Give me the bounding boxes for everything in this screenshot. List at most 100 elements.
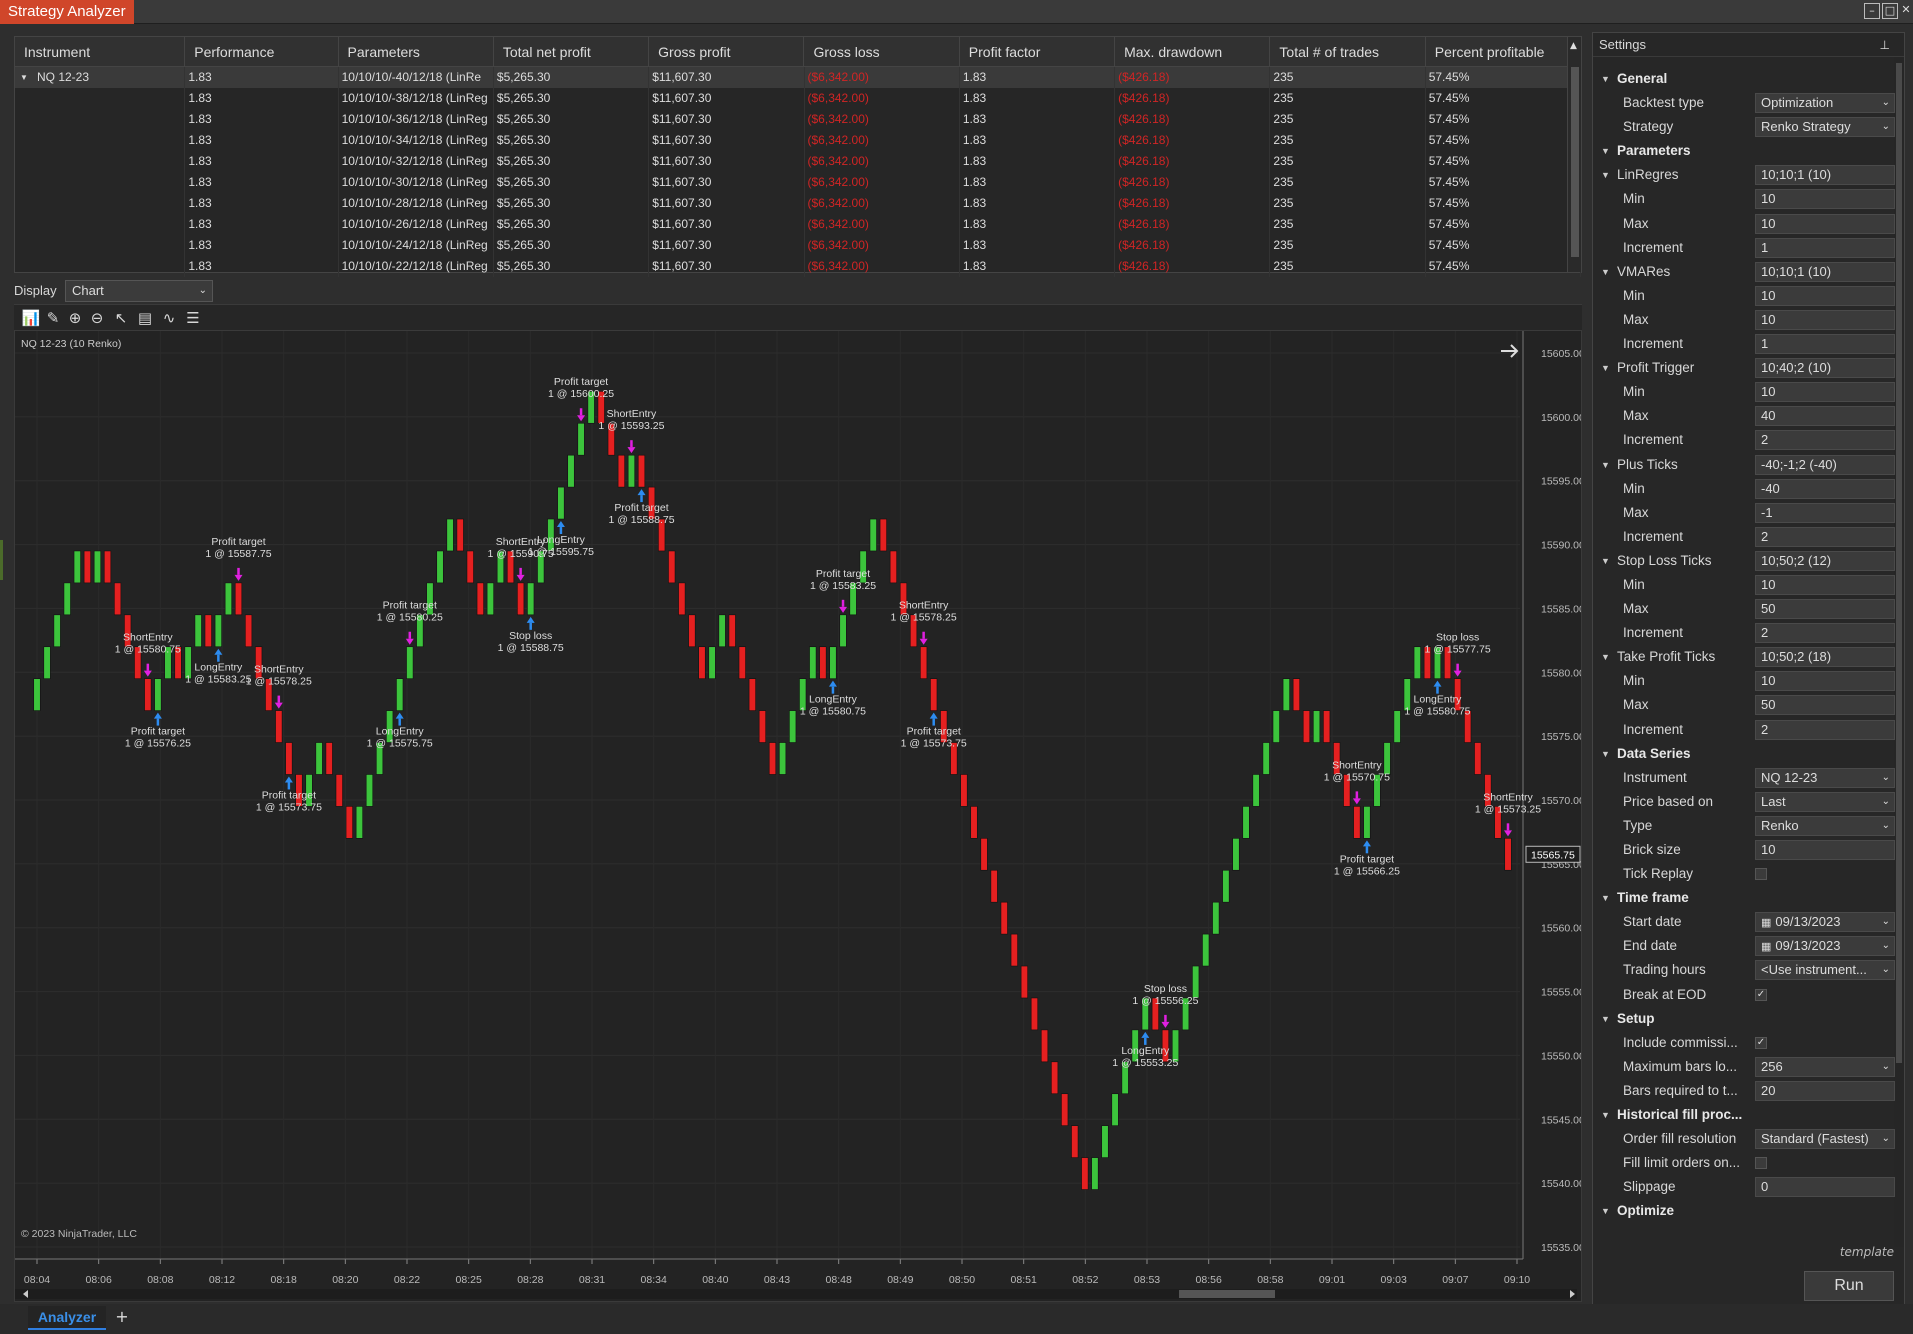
renko-brick-up[interactable] xyxy=(194,614,202,648)
column-header[interactable]: Gross loss xyxy=(804,37,960,66)
renko-brick-up[interactable] xyxy=(718,614,726,648)
renko-brick-up[interactable] xyxy=(486,582,494,616)
setting-select[interactable]: Standard (Fastest) ⌄ xyxy=(1755,1129,1895,1150)
renko-brick-up[interactable] xyxy=(1262,742,1270,775)
renko-brick-down[interactable] xyxy=(728,614,736,648)
setting-input[interactable]: 2 xyxy=(1755,430,1895,451)
setting-input[interactable]: 20 xyxy=(1755,1080,1895,1101)
renko-brick-down[interactable] xyxy=(83,550,91,584)
maximize-icon[interactable]: □ xyxy=(1882,3,1898,19)
add-tab-button[interactable]: + xyxy=(112,1306,132,1328)
renko-brick-down[interactable] xyxy=(960,774,968,807)
column-header[interactable]: Total net profit xyxy=(494,37,650,66)
renko-brick-down[interactable] xyxy=(738,646,746,679)
properties-icon[interactable]: ▤ xyxy=(134,308,156,328)
renko-brick-up[interactable] xyxy=(1383,742,1391,775)
renko-brick-down[interactable] xyxy=(325,742,333,775)
setting-select[interactable]: Optimization ⌄ xyxy=(1755,93,1895,114)
renko-brick-up[interactable] xyxy=(1393,710,1401,743)
setting-input[interactable]: 10 xyxy=(1755,189,1895,210)
setting-input[interactable]: 10;40;2 (10) xyxy=(1755,358,1895,379)
renko-brick-up[interactable] xyxy=(53,614,61,648)
renko-brick-up[interactable] xyxy=(1101,1125,1109,1158)
renko-brick-down[interactable] xyxy=(678,582,686,616)
renko-brick-up[interactable] xyxy=(154,678,162,711)
renko-chart[interactable]: 15535.00 15540.00 15545.00 15550.00 15555.00… xyxy=(15,331,1581,1301)
column-header[interactable]: Gross profit xyxy=(649,37,805,66)
setting-input[interactable]: 2 xyxy=(1755,623,1895,644)
setting-input[interactable]: 10 xyxy=(1755,671,1895,692)
collapse-icon[interactable]: ▼ xyxy=(1601,1007,1610,1031)
setting-checkbox[interactable]: ✓ xyxy=(1755,1036,1767,1049)
renko-brick-down[interactable] xyxy=(698,646,706,679)
column-header[interactable]: Percent profitable xyxy=(1426,37,1582,66)
collapse-icon[interactable]: ▼ xyxy=(1601,1103,1610,1127)
column-header[interactable]: Instrument xyxy=(15,37,186,66)
setting-input[interactable]: 10;10;1 (10) xyxy=(1755,165,1895,186)
setting-input[interactable]: 10 xyxy=(1755,840,1895,860)
setting-input[interactable]: 10;50;2 (12) xyxy=(1755,550,1895,571)
renko-brick-up[interactable] xyxy=(396,678,404,711)
column-header[interactable]: Performance xyxy=(185,37,339,66)
renko-brick-down[interactable] xyxy=(930,678,938,711)
minimize-icon[interactable]: – xyxy=(1864,3,1880,19)
display-select[interactable]: Chart ⌄ xyxy=(65,280,213,302)
zoom-in-icon[interactable]: ⊕ xyxy=(64,308,86,328)
renko-brick-up[interactable] xyxy=(869,518,877,552)
renko-brick-down[interactable] xyxy=(456,518,464,552)
renko-brick-down[interactable] xyxy=(335,774,343,807)
setting-input[interactable]: 50 xyxy=(1755,695,1895,716)
renko-brick-down[interactable] xyxy=(114,582,122,616)
renko-brick-up[interactable] xyxy=(779,742,787,775)
setting-input[interactable]: -40 xyxy=(1755,478,1895,499)
renko-brick-up[interactable] xyxy=(557,486,565,520)
renko-brick-down[interactable] xyxy=(1071,1125,1079,1158)
renko-brick-up[interactable] xyxy=(527,582,535,616)
renko-brick-down[interactable] xyxy=(1474,742,1482,775)
renko-brick-up[interactable] xyxy=(446,518,454,552)
renko-brick-down[interactable] xyxy=(1504,838,1512,871)
renko-brick-down[interactable] xyxy=(768,742,777,775)
renko-brick-down[interactable] xyxy=(980,838,988,871)
collapse-icon[interactable]: ▼ xyxy=(1601,549,1610,573)
renko-brick-up[interactable] xyxy=(214,614,222,648)
setting-select[interactable]: NQ 12-23 ⌄ xyxy=(1755,767,1895,788)
indicators-icon[interactable]: ∿ xyxy=(158,308,180,328)
collapse-icon[interactable]: ▼ xyxy=(1601,67,1610,91)
setting-select[interactable]: Renko Strategy ⌄ xyxy=(1755,117,1895,138)
renko-brick-down[interactable] xyxy=(879,518,887,552)
renko-brick-down[interactable] xyxy=(275,710,283,743)
collapse-icon[interactable]: ▼ xyxy=(1601,453,1610,477)
setting-input[interactable]: 2 xyxy=(1755,719,1895,740)
date-picker[interactable]: ▦ 09/13/2023 ⌄ xyxy=(1755,912,1895,933)
renko-brick-down[interactable] xyxy=(1061,1093,1069,1126)
collapse-icon[interactable]: ▼ xyxy=(1601,356,1610,380)
renko-brick-up[interactable] xyxy=(708,646,716,679)
table-row[interactable]: 1.83 10/10/10/-22/12/18 (LinReg $5,265.30 $… xyxy=(15,256,1581,277)
setting-input[interactable]: 1 xyxy=(1755,237,1895,258)
renko-brick-down[interactable] xyxy=(889,550,897,584)
setting-input[interactable]: 10 xyxy=(1755,309,1895,330)
grid-scrollbar[interactable]: ▲ xyxy=(1567,37,1581,272)
renko-brick-down[interactable] xyxy=(1010,933,1018,967)
renko-brick-up[interactable] xyxy=(1413,646,1421,679)
setting-input[interactable]: 10 xyxy=(1755,382,1895,403)
renko-brick-up[interactable] xyxy=(365,774,374,807)
setting-input[interactable]: 50 xyxy=(1755,599,1895,620)
renko-brick-down[interactable] xyxy=(204,614,212,648)
renko-brick-up[interactable] xyxy=(1282,678,1290,711)
renko-brick-down[interactable] xyxy=(517,582,525,616)
pointer-icon[interactable]: ↖ xyxy=(110,308,132,328)
chart-scrollbar[interactable] xyxy=(15,1289,1577,1299)
scroll-thumb[interactable] xyxy=(1571,67,1579,257)
setting-input[interactable]: 10;10;1 (10) xyxy=(1755,261,1895,282)
renko-brick-down[interactable] xyxy=(1292,678,1300,711)
column-header[interactable]: Total # of trades xyxy=(1270,37,1426,66)
setting-checkbox[interactable] xyxy=(1755,1157,1767,1170)
setting-input[interactable]: 10 xyxy=(1755,213,1895,234)
renko-brick-down[interactable] xyxy=(1020,965,1028,999)
column-header[interactable]: Max. drawdown xyxy=(1115,37,1271,66)
table-row[interactable]: 1.83 10/10/10/-24/12/18 (LinReg $5,265.30 $… xyxy=(15,235,1581,256)
renko-brick-down[interactable] xyxy=(1353,806,1361,839)
renko-brick-up[interactable] xyxy=(436,550,444,584)
